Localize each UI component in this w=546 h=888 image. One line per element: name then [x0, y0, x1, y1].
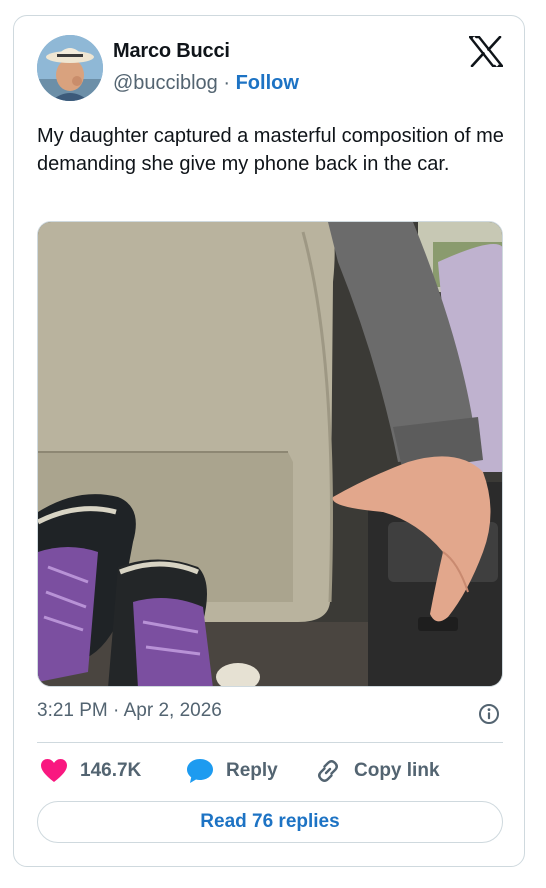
follow-button[interactable]: Follow	[236, 72, 299, 94]
tweet-photo[interactable]	[37, 221, 503, 687]
reply-label: Reply	[226, 760, 278, 781]
x-logo-icon[interactable]	[469, 36, 503, 67]
info-icon[interactable]	[478, 703, 500, 725]
author-handle[interactable]: @bucciblog	[113, 72, 218, 94]
tweet-time: 3:21 PM	[37, 700, 108, 721]
timestamp[interactable]: 3:21 PM · Apr 2, 2026	[37, 700, 222, 722]
avatar-image	[37, 35, 103, 101]
divider	[37, 742, 503, 743]
tweet-date: Apr 2, 2026	[123, 700, 222, 721]
avatar[interactable]	[37, 35, 103, 101]
photo-car-interior	[38, 222, 502, 686]
read-replies-label: Read 76 replies	[200, 811, 340, 832]
read-replies-button[interactable]: Read 76 replies	[37, 801, 503, 843]
reply-button[interactable]: Reply	[186, 756, 278, 786]
meta-separator: ·	[107, 700, 124, 721]
author-name[interactable]: Marco Bucci	[113, 40, 230, 63]
like-count: 146.7K	[80, 760, 142, 781]
speech-bubble-icon	[187, 759, 213, 783]
copy-link-button[interactable]: Copy link	[314, 756, 440, 786]
like-button[interactable]: 146.7K	[40, 756, 141, 786]
handle-separator: ·	[217, 72, 236, 94]
copy-link-label: Copy link	[354, 760, 440, 781]
heart-icon	[41, 759, 67, 782]
author-handle-line: @bucciblog · Follow	[113, 72, 299, 95]
link-icon	[318, 760, 338, 782]
tweet-text: My daughter captured a masterful composi…	[37, 125, 504, 175]
